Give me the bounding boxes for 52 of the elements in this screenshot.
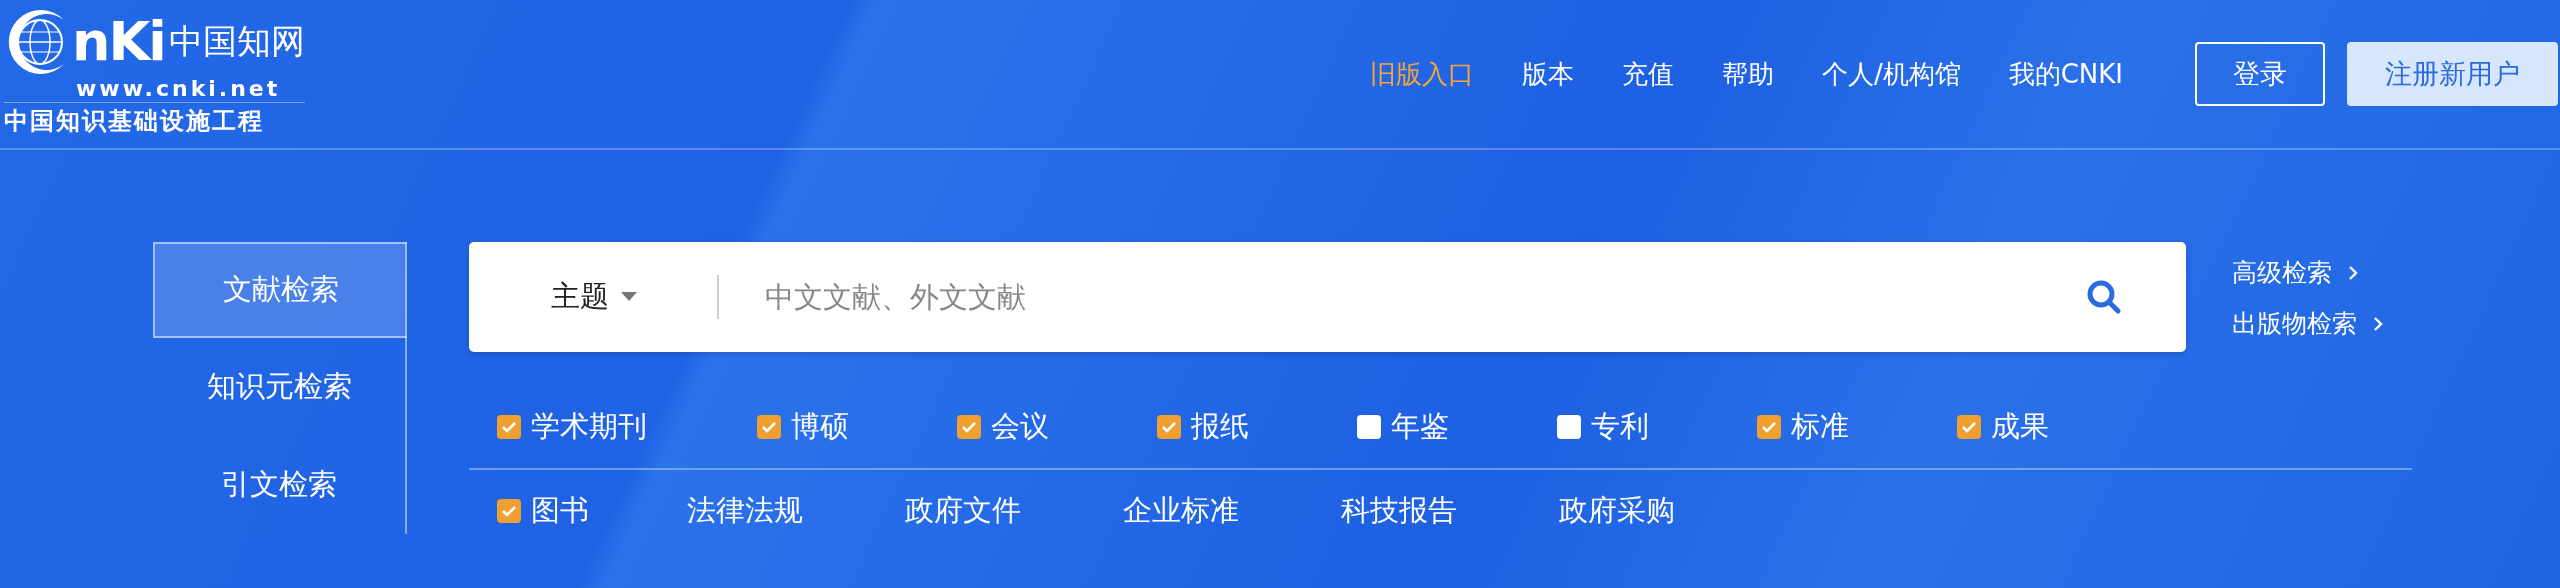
source-label: 图书 [531,492,589,529]
source-label: 博硕 [791,408,849,445]
check-icon [1961,419,1977,435]
side-link[interactable]: 高级检索 [2232,256,2383,289]
search-button[interactable] [2086,279,2122,315]
caret-icon [621,292,637,302]
checkbox[interactable] [1557,415,1581,439]
source-link[interactable]: 科技报告 [1341,491,1559,531]
field-dropdown[interactable]: 主题 [551,277,637,317]
search-tab[interactable]: 知识元检索 [153,338,405,437]
register-button[interactable]: 注册新用户 [2347,42,2558,106]
checkbox[interactable] [957,415,981,439]
checkbox[interactable] [497,415,521,439]
checkbox[interactable] [1957,415,1981,439]
logo-mark: nKi [72,13,165,70]
nav-link[interactable]: 充值 [1621,56,1674,92]
logo-url: www.cnki.net [76,75,282,102]
check-icon [1761,419,1777,435]
source-link[interactable]: 政府采购 [1559,491,1777,531]
nav-link[interactable]: 帮助 [1721,56,1774,92]
side-link[interactable]: 出版物检索 [2232,307,2383,340]
check-icon [501,503,517,519]
checkbox[interactable] [1357,415,1381,439]
nav-link[interactable]: 版本 [1521,56,1574,92]
check-icon [1161,419,1177,435]
logo-name: 中国知网 [168,19,305,63]
source-label: 报纸 [1191,408,1249,445]
check-icon [961,419,977,435]
source-label: 专利 [1591,408,1649,445]
checkbox[interactable] [1757,415,1781,439]
source-label: 学术期刊 [531,408,647,445]
source-label: 标准 [1791,408,1849,445]
chevron-right-icon [2373,315,2383,332]
check-icon [501,419,517,435]
checkbox[interactable] [497,499,521,523]
logo-slogan: 中国知识基础设施工程 [4,101,305,137]
source-link[interactable]: 政府文件 [905,491,1123,531]
search-tab[interactable]: 文献检索 [153,242,407,339]
source-label: 成果 [1991,408,2049,445]
checkbox[interactable] [757,415,781,439]
chevron-right-icon [2348,264,2358,281]
nav-link[interactable]: 个人/机构馆 [1821,56,1961,92]
source-link[interactable]: 企业标准 [1123,491,1341,531]
search-field[interactable]: 主题 中文文献、外文文献 [469,242,2186,352]
source-link[interactable]: 法律法规 [687,491,905,531]
check-icon [761,419,777,435]
source-label: 会议 [991,408,1049,445]
login-button[interactable]: 登录 [2195,42,2325,106]
checkbox[interactable] [1157,415,1181,439]
search-tab[interactable]: 引文检索 [153,436,405,534]
nav-link[interactable]: 我的CNKI [2008,56,2123,92]
source-label: 年鉴 [1391,408,1449,445]
